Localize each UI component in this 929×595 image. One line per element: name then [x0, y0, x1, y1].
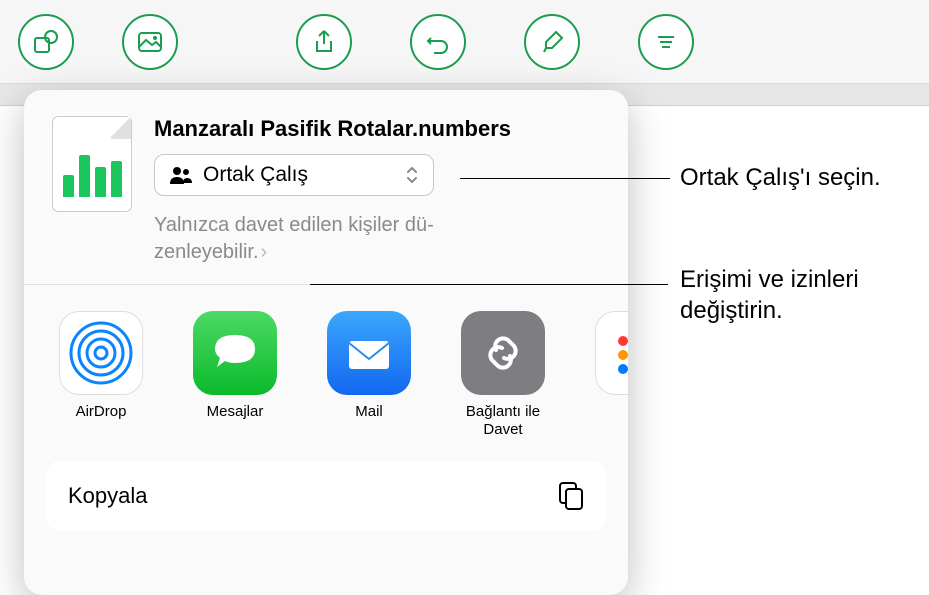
undo-icon [424, 28, 452, 56]
copy-label: Kopyala [68, 483, 148, 509]
document-thumbnail-icon [52, 116, 132, 212]
share-target-reminders[interactable]: An [590, 311, 628, 439]
share-target-label: Mail [355, 403, 383, 421]
callout-line [310, 284, 668, 285]
shapes-icon [32, 28, 60, 56]
permission-note-text: Yalnızca davet edilen kişiler dü­zenleye… [154, 214, 434, 263]
share-button[interactable] [296, 14, 352, 70]
brush-icon [538, 28, 566, 56]
share-target-label: Mesajlar [207, 403, 264, 421]
more-menu-button[interactable] [638, 14, 694, 70]
people-icon [169, 165, 193, 185]
callout-line [460, 178, 670, 179]
undo-button[interactable] [410, 14, 466, 70]
popover-header: Manzaralı Pasifik Rotalar.numbers Ortak … [24, 90, 628, 285]
menu-lines-icon [652, 28, 680, 56]
copy-action[interactable]: Kopyala [46, 461, 606, 531]
share-popover: Manzaralı Pasifik Rotalar.numbers Ortak … [24, 90, 628, 595]
airdrop-icon [59, 311, 143, 395]
updown-chevron-icon [405, 165, 419, 185]
callout-text-2: Erişimi ve izinleri değiştirin. [680, 264, 910, 326]
share-targets-row: AirDrop Mesajlar Mail [24, 285, 628, 461]
format-button[interactable] [524, 14, 580, 70]
callout-text-1: Ortak Çalış'ı seçin. [680, 162, 881, 193]
permission-settings-link[interactable]: Yalnızca davet edilen kişiler dü­zenleye… [154, 212, 494, 266]
add-shape-button[interactable] [18, 14, 74, 70]
collaboration-mode-label: Ortak Çalış [203, 163, 395, 187]
document-title: Manzaralı Pasifik Rotalar.numbers [154, 116, 600, 142]
collaboration-mode-select[interactable]: Ortak Çalış [154, 154, 434, 196]
photo-icon [136, 28, 164, 56]
messages-icon [193, 311, 277, 395]
copy-icon [558, 481, 584, 511]
share-target-messages[interactable]: Mesajlar [188, 311, 282, 439]
add-image-button[interactable] [122, 14, 178, 70]
share-target-airdrop[interactable]: AirDrop [54, 311, 148, 439]
share-icon [310, 28, 338, 56]
share-target-mail[interactable]: Mail [322, 311, 416, 439]
chevron-right-icon: › [261, 241, 268, 263]
share-target-label: AirDrop [76, 403, 127, 421]
share-target-link[interactable]: Bağlantı ile Davet [456, 311, 550, 439]
link-icon [461, 311, 545, 395]
mail-icon [327, 311, 411, 395]
share-target-label: Bağlantı ile Davet [456, 403, 550, 439]
reminders-icon [595, 311, 628, 395]
top-toolbar [0, 0, 929, 84]
